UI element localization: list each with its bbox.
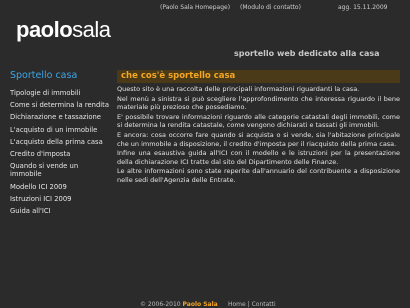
- site-tagline: sportello web dedicato alla casa: [234, 49, 380, 58]
- sidebar-item-rendita[interactable]: Come si determina la rendita: [10, 101, 110, 109]
- page: paolosala (Paolo Sala Homepage) (Modulo …: [0, 0, 410, 308]
- sidebar-item-guida-ici[interactable]: Guida all'ICI: [10, 207, 110, 215]
- footer-links: Home | Contatti: [228, 301, 276, 308]
- contact-form-link[interactable]: (Modulo di contatto): [240, 4, 301, 11]
- sidebar-item-prima-casa[interactable]: L'acquisto della prima casa: [10, 138, 110, 146]
- paragraph: Le altre informazioni sono state reperit…: [117, 167, 400, 184]
- logo-part2: sala: [72, 17, 111, 42]
- sidebar-item-modello-ici[interactable]: Modello ICI 2009: [10, 183, 110, 191]
- paragraph: Questo sito è una raccolta delle princip…: [117, 85, 360, 93]
- copyright: © 2006-2010 Paolo Sala: [140, 301, 218, 308]
- sidebar-title[interactable]: Sportello casa: [10, 70, 110, 81]
- sidebar-item-tipologie[interactable]: Tipologie di immobili: [10, 89, 110, 97]
- update-date: agg. 15.11.2009: [338, 4, 388, 11]
- paragraph: E' possibile trovare informazioni riguar…: [117, 112, 400, 130]
- sidebar-item-istruzioni-ici[interactable]: Istruzioni ICI 2009: [10, 195, 110, 203]
- paragraph: Infine una esaustiva guida all'ICI con i…: [117, 149, 400, 166]
- footer-home-link[interactable]: Home: [228, 301, 246, 308]
- sidebar-item-dichiarazione[interactable]: Dichiarazione e tassazione: [10, 113, 110, 121]
- sidebar-item-vendita[interactable]: Quando si vende un immobile: [10, 162, 110, 178]
- top-links: (Paolo Sala Homepage) (Modulo di contatt…: [160, 4, 309, 11]
- main-content: che cos'è sportello casa Questo sito è u…: [117, 70, 400, 186]
- copyright-years: © 2006-2010: [140, 301, 181, 308]
- homepage-link[interactable]: (Paolo Sala Homepage): [160, 4, 230, 11]
- logo-part1: paolo: [16, 17, 73, 42]
- sidebar: Sportello casa Tipologie di immobili Com…: [10, 70, 110, 219]
- copyright-name[interactable]: Paolo Sala: [183, 301, 218, 308]
- main-title: che cos'è sportello casa: [117, 70, 400, 83]
- paragraph: Nel menù a sinistra si può scegliere l'a…: [117, 94, 400, 112]
- sidebar-item-credito[interactable]: Credito d'imposta: [10, 150, 110, 158]
- footer-contact-link[interactable]: Contatti: [252, 301, 276, 308]
- paragraph: E ancora: cosa occorre fare quando si ac…: [117, 130, 400, 148]
- footer-separator: |: [247, 301, 250, 308]
- sidebar-item-acquisto[interactable]: L'acquisto di un immobile: [10, 126, 110, 134]
- header: paolosala (Paolo Sala Homepage) (Modulo …: [0, 0, 410, 60]
- site-logo[interactable]: paolosala: [16, 17, 111, 43]
